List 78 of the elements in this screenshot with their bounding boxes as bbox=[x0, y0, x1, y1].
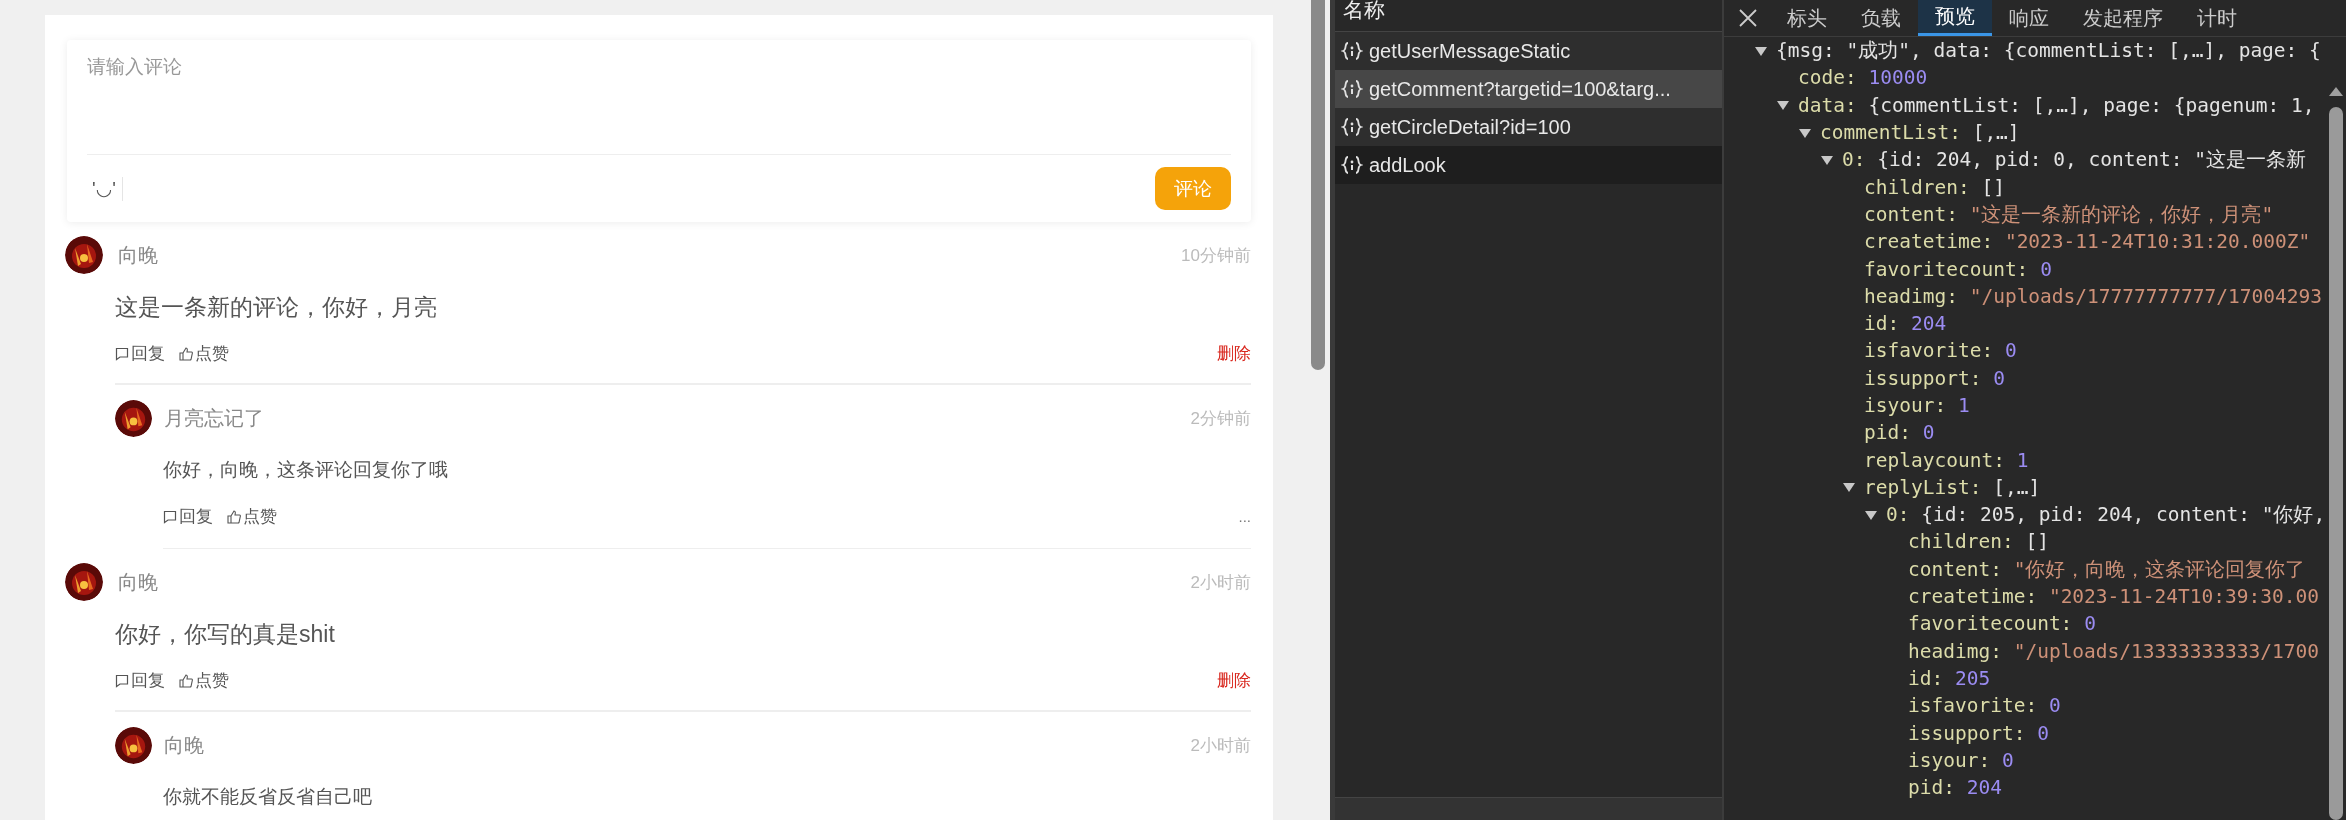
tree-line[interactable]: isyour: 1 bbox=[1864, 394, 1970, 417]
timestamp: 2分钟前 bbox=[1190, 408, 1251, 430]
tree-line[interactable]: {msg: "成功", data: {commentList: [,…], page: { bbox=[1776, 37, 2321, 65]
tree-line[interactable]: id: 205 bbox=[1908, 666, 1991, 690]
tree-line[interactable]: replaycount: 1 bbox=[1864, 448, 2029, 472]
tree-line[interactable]: code: 10000 bbox=[1798, 66, 1928, 90]
avatar bbox=[65, 563, 103, 601]
braces-icon bbox=[1341, 41, 1363, 61]
tree-line[interactable]: commentList: [,…] bbox=[1820, 121, 2020, 145]
timestamp: 2小时前 bbox=[1190, 735, 1251, 757]
scroll-up-icon[interactable] bbox=[2328, 85, 2344, 97]
author-name[interactable]: 月亮忘记了 bbox=[164, 405, 264, 432]
tab[interactable]: 计时 bbox=[2180, 0, 2254, 36]
braces-icon bbox=[1341, 155, 1363, 175]
avatar bbox=[115, 727, 152, 764]
tree-line[interactable]: isyour: 0 bbox=[1908, 748, 2014, 772]
tree-line[interactable]: data: {commentList: [,…], page: {pagenum: 1, bbox=[1798, 93, 2315, 117]
tree-line[interactable]: favoritecount: 0 bbox=[1864, 257, 2052, 281]
author-name[interactable]: 向晚 bbox=[164, 732, 204, 759]
tab[interactable]: 负载 bbox=[1844, 0, 1918, 36]
timestamp: 10分钟前 bbox=[1181, 244, 1251, 267]
reply-button[interactable]: 回复 bbox=[163, 505, 213, 528]
comment-input[interactable]: 请输入评论 bbox=[87, 40, 1231, 154]
tree-line[interactable]: issupport: 0 bbox=[1908, 721, 2049, 745]
braces-icon bbox=[1341, 117, 1363, 137]
like-button[interactable]: 点赞 bbox=[179, 669, 229, 692]
tree-line[interactable]: pid: 0 bbox=[1864, 421, 1935, 445]
comment-icon bbox=[163, 509, 177, 524]
tab[interactable]: 预览 bbox=[1918, 0, 1992, 36]
tab[interactable]: 响应 bbox=[1992, 0, 2066, 36]
tab[interactable]: 标头 bbox=[1770, 0, 1844, 36]
request-row[interactable]: getCircleDetail?id=100 bbox=[1335, 108, 1722, 146]
tree-line[interactable]: content: "你好，向晚，这条评论回复你了 bbox=[1908, 555, 2306, 583]
tree-line[interactable]: 0: {id: 205, pid: 204, content: "你好, bbox=[1886, 501, 2326, 529]
thumbs-up-icon bbox=[179, 346, 193, 361]
timestamp: 2小时前 bbox=[1190, 571, 1251, 594]
comment-text: 你就不能反省反省自己吧 bbox=[163, 785, 373, 809]
braces-icon bbox=[1341, 79, 1363, 99]
tree-line[interactable]: favoritecount: 0 bbox=[1908, 612, 2096, 636]
comment-text: 你好，你写的真是shit bbox=[115, 620, 336, 649]
tree-line[interactable]: id: 204 bbox=[1864, 312, 1947, 336]
tree-line[interactable]: children: [] bbox=[1908, 530, 2049, 554]
tree-line[interactable]: replyList: [,…] bbox=[1864, 475, 2041, 499]
tab[interactable]: 发起程序 bbox=[2066, 0, 2180, 36]
request-row[interactable]: getUserMessageStatic bbox=[1335, 32, 1722, 70]
thumbs-up-icon bbox=[227, 509, 241, 524]
tree-line[interactable]: content: "这是一条新的评论，你好，月亮" bbox=[1864, 200, 2274, 228]
request-row[interactable]: getComment?targetid=100&targ... bbox=[1335, 70, 1722, 108]
tree-line[interactable]: isfavorite: 0 bbox=[1908, 694, 2061, 718]
reply-button[interactable]: 回复 bbox=[115, 342, 165, 365]
more-button[interactable]: ... bbox=[1238, 508, 1251, 525]
tree-line[interactable]: pid: 204 bbox=[1908, 776, 2002, 800]
like-button[interactable]: 点赞 bbox=[179, 342, 229, 365]
avatar bbox=[65, 236, 103, 274]
thumbs-up-icon bbox=[179, 673, 193, 688]
close-icon[interactable] bbox=[1738, 8, 1758, 28]
request-row[interactable]: addLook bbox=[1335, 146, 1722, 184]
emoji-button[interactable]: '◡' bbox=[92, 177, 122, 200]
delete-link[interactable]: 删除 bbox=[1217, 342, 1251, 365]
author-name[interactable]: 向晚 bbox=[118, 568, 158, 596]
comment-text: 你好，向晚，这条评论回复你了哦 bbox=[163, 458, 449, 482]
tree-line[interactable]: 0: {id: 204, pid: 0, content: "这是一条新 bbox=[1842, 146, 2306, 174]
comment-icon bbox=[115, 346, 129, 361]
tree-line[interactable]: headimg: "/uploads/17777777777/17004293 bbox=[1864, 284, 2322, 308]
avatar bbox=[115, 400, 152, 437]
tree-line[interactable]: isfavorite: 0 bbox=[1864, 339, 2017, 363]
like-button[interactable]: 点赞 bbox=[227, 505, 277, 528]
tree-line[interactable]: headimg: "/uploads/13333333333/1700 bbox=[1908, 639, 2319, 663]
tree-line[interactable]: issupport: 0 bbox=[1864, 366, 2005, 390]
delete-link[interactable]: 删除 bbox=[1217, 669, 1251, 692]
tree-line[interactable]: children: [] bbox=[1864, 175, 2005, 199]
scrollbar[interactable] bbox=[1305, 0, 1330, 820]
author-name[interactable]: 向晚 bbox=[118, 241, 158, 269]
tree-line[interactable]: createtime: "2023-11-24T10:39:30.00 bbox=[1908, 585, 2319, 609]
reply-button[interactable]: 回复 bbox=[115, 669, 165, 692]
comment-icon bbox=[115, 673, 129, 688]
comment-text: 这是一条新的评论，你好，月亮 bbox=[115, 293, 438, 322]
tree-line[interactable]: createtime: "2023-11-24T10:31:20.000Z" bbox=[1864, 230, 2311, 254]
